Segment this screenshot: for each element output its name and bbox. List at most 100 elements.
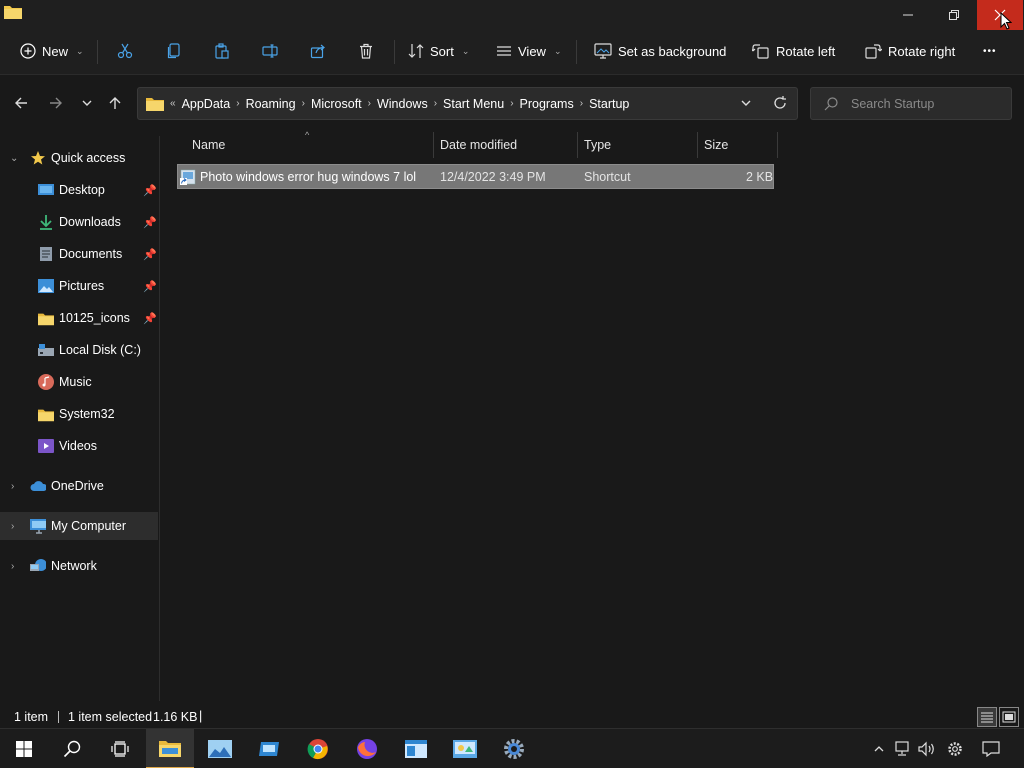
up-button[interactable] <box>104 92 126 114</box>
more-options-button[interactable]: ••• <box>983 38 997 64</box>
arrow-right-icon <box>50 97 62 109</box>
status-cursor: | <box>199 709 203 723</box>
sidebar-item-onedrive[interactable]: › OneDrive <box>0 472 158 500</box>
task-view-button[interactable] <box>96 729 144 768</box>
back-button[interactable] <box>10 92 32 114</box>
music-icon <box>38 374 54 390</box>
rotate-left-label: Rotate left <box>776 43 836 59</box>
large-icons-view-button[interactable] <box>999 707 1019 727</box>
sidebar-item-local-disk[interactable]: Local Disk (C:) <box>0 336 158 364</box>
column-header-name[interactable]: Name <box>192 130 225 160</box>
overflow-icon[interactable]: « <box>168 98 178 109</box>
sidebar-item-music[interactable]: Music <box>0 368 158 396</box>
chrome-taskbar-button[interactable] <box>294 729 342 768</box>
sidebar-item-downloads[interactable]: Downloads 📌 <box>0 208 158 236</box>
app-taskbar-button[interactable] <box>245 729 293 768</box>
restore-button[interactable] <box>931 0 977 30</box>
settings-tray-button[interactable] <box>945 739 965 759</box>
sidebar-item-my-computer[interactable]: › My Computer <box>0 512 158 540</box>
status-bar: 1 item 1 item selected 1.16 KB | <box>0 701 1024 731</box>
selection-size: 1.16 KB <box>153 710 198 724</box>
paste-button[interactable] <box>214 38 230 64</box>
sidebar-item-system32[interactable]: System32 <box>0 400 158 428</box>
notifications-button[interactable] <box>981 739 1001 759</box>
search-input[interactable]: Search Startup <box>810 87 1012 120</box>
rotate-left-icon <box>752 44 769 59</box>
chevron-right-icon[interactable]: › <box>11 561 14 572</box>
sidebar-item-desktop[interactable]: Desktop 📌 <box>0 176 158 204</box>
selection-count: 1 item selected <box>68 710 153 724</box>
breadcrumb-windows[interactable]: Windows <box>373 97 432 111</box>
address-history-button[interactable] <box>740 97 752 112</box>
sidebar-item-10125-icons[interactable]: 10125_icons 📌 <box>0 304 158 332</box>
breadcrumb-startup[interactable]: Startup <box>585 97 633 111</box>
rotate-right-button[interactable]: Rotate right <box>864 38 955 64</box>
volume-tray-button[interactable] <box>917 739 937 759</box>
cut-button[interactable] <box>117 38 133 64</box>
column-header-type[interactable]: Type <box>584 130 611 160</box>
column-divider[interactable] <box>777 132 778 158</box>
sidebar-item-label: OneDrive <box>51 479 104 493</box>
chevron-right-icon[interactable]: › <box>11 481 14 492</box>
chevron-down-icon[interactable]: ⌄ <box>10 153 18 164</box>
control-panel-taskbar-button[interactable] <box>441 729 489 768</box>
sort-ascending-icon: ^ <box>305 130 310 140</box>
chevron-right-icon: › <box>579 98 584 109</box>
rotate-left-button[interactable]: Rotate left <box>752 38 835 64</box>
table-row[interactable]: Photo windows error hug windows 7 lol 12… <box>177 164 774 189</box>
delete-button[interactable] <box>358 38 374 64</box>
sort-button[interactable]: Sort ⌄ <box>408 38 469 64</box>
show-hidden-icons-button[interactable] <box>869 739 889 759</box>
folder-icon <box>146 98 164 111</box>
share-button[interactable] <box>310 38 326 64</box>
column-divider[interactable] <box>697 132 698 158</box>
breadcrumb-programs[interactable]: Programs <box>516 97 578 111</box>
search-taskbar-button[interactable] <box>48 729 96 768</box>
new-button[interactable]: New ⌄ <box>20 38 84 64</box>
chevron-right-icon: › <box>236 98 240 109</box>
settings-taskbar-button[interactable] <box>490 729 538 768</box>
rotate-right-icon <box>865 44 882 59</box>
network-tray-button[interactable] <box>893 739 913 759</box>
firefox-taskbar-button[interactable] <box>343 729 391 768</box>
file-date: 12/4/2022 3:49 PM <box>440 170 546 184</box>
notepad-icon <box>405 740 427 758</box>
shortcut-icon <box>180 169 196 188</box>
column-header-size[interactable]: Size <box>704 130 728 160</box>
sidebar-item-documents[interactable]: Documents 📌 <box>0 240 158 268</box>
breadcrumb-microsoft[interactable]: Microsoft <box>307 97 366 111</box>
column-divider[interactable] <box>433 132 434 158</box>
download-icon <box>38 214 54 230</box>
notification-icon <box>982 741 1000 757</box>
chevron-right-icon[interactable]: › <box>11 521 14 532</box>
copy-button[interactable] <box>166 38 182 64</box>
column-header-date[interactable]: Date modified <box>440 130 517 160</box>
photos-taskbar-button[interactable] <box>196 729 244 768</box>
sidebar-item-pictures[interactable]: Pictures 📌 <box>0 272 158 300</box>
column-divider[interactable] <box>577 132 578 158</box>
start-button[interactable] <box>0 729 48 768</box>
chevron-down-icon: ⌄ <box>461 45 470 56</box>
details-view-icon <box>981 712 993 723</box>
speaker-icon <box>918 741 934 757</box>
notepad-taskbar-button[interactable] <box>392 729 440 768</box>
recent-locations-button[interactable] <box>76 92 98 114</box>
breadcrumb-roaming[interactable]: Roaming <box>242 97 300 111</box>
forward-button[interactable] <box>45 92 67 114</box>
sidebar-item-quick-access[interactable]: ⌄ Quick access <box>0 144 158 172</box>
breadcrumb-start-menu[interactable]: Start Menu <box>439 97 508 111</box>
sidebar-item-videos[interactable]: Videos <box>0 432 158 460</box>
view-button[interactable]: View ⌄ <box>496 38 562 64</box>
details-view-button[interactable] <box>977 707 997 727</box>
address-bar[interactable]: « AppData › Roaming › Microsoft › Window… <box>137 87 798 120</box>
minimize-button[interactable] <box>885 0 931 30</box>
refresh-button[interactable] <box>772 95 788 114</box>
chevron-down-icon: ⌄ <box>553 45 562 56</box>
sidebar-item-network[interactable]: › Network <box>0 552 158 580</box>
set-as-background-button[interactable]: Set as background <box>594 38 726 64</box>
breadcrumb-appdata[interactable]: AppData <box>178 97 235 111</box>
windows-logo-icon <box>16 741 32 757</box>
file-explorer-taskbar-button[interactable] <box>146 729 194 768</box>
chevron-up-icon <box>874 746 884 752</box>
rename-button[interactable] <box>262 38 278 64</box>
